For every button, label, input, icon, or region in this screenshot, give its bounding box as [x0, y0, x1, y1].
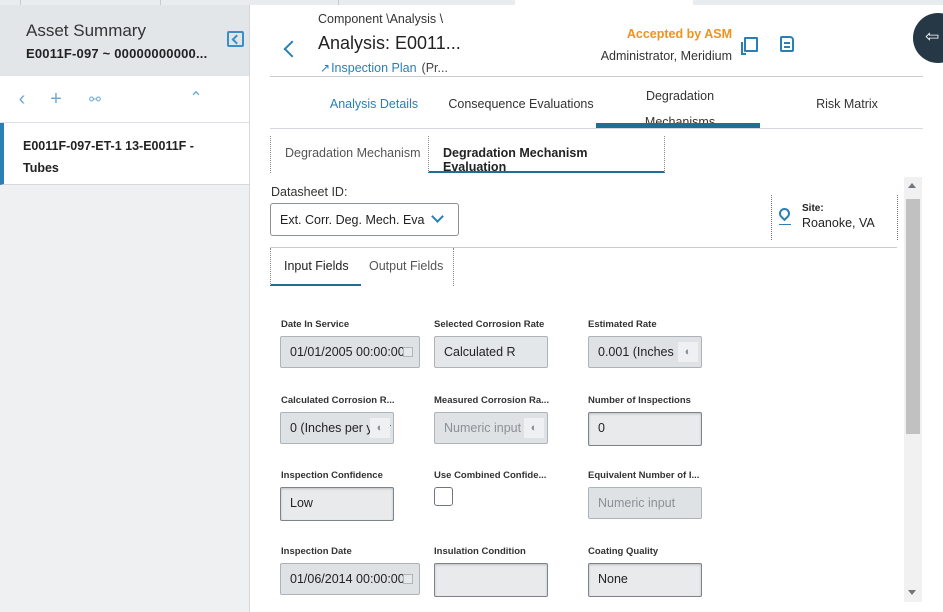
asset-summary-panel: Asset Summary E0011F-097 ~ 00000000000..… — [0, 5, 250, 612]
calendar-icon — [403, 347, 413, 357]
coating-quality-label: Coating Quality — [588, 546, 659, 557]
location-pin-icon — [776, 205, 793, 222]
tree-item-tubes[interactable]: E0011F-097-ET-1 13-E0011F - Tubes — [0, 123, 249, 185]
exit-icon[interactable]: ⇦ — [913, 13, 943, 63]
date-in-service-label: Date In Service — [281, 319, 350, 330]
measured-corrosion-rate-label: Measured Corrosion Ra... — [434, 395, 550, 406]
asset-summary-title: Asset Summary — [26, 21, 146, 40]
tree-toolbar: ‹ + ⚯ ⌃ — [0, 76, 249, 123]
tree-item-label: E0011F-097-ET-1 13-E0011F - Tubes — [23, 139, 194, 175]
unit-gauge-icon[interactable]: ◐ — [678, 342, 698, 362]
equivalent-number-field: Numeric input — [588, 487, 702, 519]
chevron-up-icon[interactable]: ⌃ — [186, 89, 206, 109]
site-info: Site: Roanoke, VA — [771, 195, 898, 240]
inspection-confidence-select[interactable]: Low — [280, 487, 394, 521]
plus-icon[interactable]: + — [46, 89, 66, 109]
insulation-condition-select[interactable] — [434, 563, 548, 597]
equivalent-number-label: Equivalent Number of I... — [588, 470, 700, 481]
unit-gauge-icon[interactable]: ◐ — [370, 418, 390, 438]
link-icon[interactable]: ⚯ — [85, 89, 105, 109]
inspection-plan-label: Inspection Plan — [331, 61, 417, 75]
scroll-thumb[interactable] — [906, 199, 920, 434]
selected-corrosion-rate-label: Selected Corrosion Rate — [434, 319, 545, 330]
estimated-rate-field: 0.001 (Inches per ◐ — [588, 336, 702, 368]
external-link-icon: ↗ — [320, 61, 331, 75]
subtab-degradation-mechanism[interactable]: Degradation Mechanism — [270, 136, 433, 173]
site-value: Roanoke, VA — [802, 216, 875, 230]
date-in-service-field: 01/01/2005 00:00:00 — [280, 336, 420, 368]
asset-summary-header: Asset Summary E0011F-097 ~ 00000000000..… — [0, 5, 249, 76]
selected-corrosion-rate-field: Calculated R — [434, 336, 548, 368]
vertical-scrollbar[interactable] — [904, 177, 922, 602]
number-of-inspections-label: Number of Inspections — [588, 395, 691, 406]
asset-id: E0011F-097 ~ 00000000000... — [26, 46, 208, 61]
inspection-confidence-label: Inspection Confidence — [281, 470, 383, 481]
user-name: Administrator, Meridium — [600, 49, 732, 63]
datasheet-select[interactable]: Ext. Corr. Deg. Mech. Eva — [270, 203, 459, 236]
tab-input-fields[interactable]: Input Fields — [270, 248, 361, 286]
selected-corrosion-rate-value: Calculated R — [444, 345, 516, 359]
site-label: Site: — [802, 203, 824, 214]
header-divider — [270, 76, 923, 77]
inspection-date-label: Inspection Date — [281, 546, 352, 557]
equivalent-number-placeholder: Numeric input — [598, 496, 676, 510]
inspection-plan-link[interactable]: ↗Inspection Plan (Pr... — [320, 61, 448, 75]
measured-corrosion-rate-placeholder: Numeric input — [444, 421, 522, 435]
status-badge: Accepted by ASM — [626, 27, 732, 41]
coating-quality-value: None — [598, 572, 628, 586]
unit-gauge-icon[interactable]: ◐ — [524, 418, 544, 438]
tab-label-line1: Degradation — [645, 89, 715, 103]
location-pin-base — [779, 224, 791, 225]
number-of-inspections-value: 0 — [598, 421, 605, 435]
chevron-down-icon — [431, 210, 444, 223]
breadcrumb: Component \Analysis \ — [318, 12, 444, 26]
scroll-down-icon[interactable] — [908, 590, 916, 595]
use-combined-confidence-label: Use Combined Confide... — [434, 470, 547, 481]
date-in-service-value: 01/01/2005 00:00:00 — [290, 345, 405, 359]
calculated-corrosion-rate-label: Calculated Corrosion R... — [281, 395, 395, 406]
datasheet-label: Datasheet ID: — [271, 185, 348, 199]
coating-quality-select[interactable]: None — [588, 563, 702, 597]
estimated-rate-label: Estimated Rate — [588, 319, 657, 330]
use-combined-confidence-checkbox[interactable] — [434, 487, 453, 506]
back-arrow-icon[interactable] — [283, 40, 301, 58]
tab-consequence-evaluations[interactable]: Consequence Evaluations — [446, 97, 596, 111]
inspection-confidence-value: Low — [290, 496, 313, 510]
tabs-divider — [270, 128, 923, 129]
tab-analysis-details[interactable]: Analysis Details — [315, 97, 433, 111]
insulation-condition-label: Insulation Condition — [434, 546, 526, 557]
inspection-plan-extra: (Pr... — [421, 61, 448, 75]
calculated-corrosion-rate-field: 0 (Inches per year ◐ — [280, 412, 394, 444]
calendar-icon — [403, 574, 413, 584]
number-of-inspections-input[interactable]: 0 — [588, 412, 702, 446]
tab-label-line2: Mechanisms — [644, 115, 716, 129]
measured-corrosion-rate-field: Numeric input ◐ — [434, 412, 548, 444]
datasheet-value: Ext. Corr. Deg. Mech. Eva — [280, 213, 425, 227]
inspection-date-value: 01/06/2014 00:00:00 — [290, 572, 405, 586]
page-title: Analysis: E0011... — [318, 33, 461, 53]
chevron-left-icon[interactable]: ‹ — [12, 89, 32, 109]
analysis-workspace: Component \Analysis \ Analysis: E0011...… — [250, 5, 943, 612]
collapse-panel-icon[interactable] — [227, 31, 244, 47]
copy-icon[interactable] — [741, 37, 758, 55]
inspection-date-field: 01/06/2014 00:00:00 — [280, 563, 420, 595]
scroll-up-icon[interactable] — [908, 183, 916, 188]
tab-output-fields[interactable]: Output Fields — [356, 248, 455, 286]
subtab-degradation-mechanism-evaluation[interactable]: Degradation Mechanism Evaluation — [428, 136, 665, 174]
tab-risk-matrix[interactable]: Risk Matrix — [802, 97, 892, 111]
document-icon[interactable] — [780, 36, 794, 52]
